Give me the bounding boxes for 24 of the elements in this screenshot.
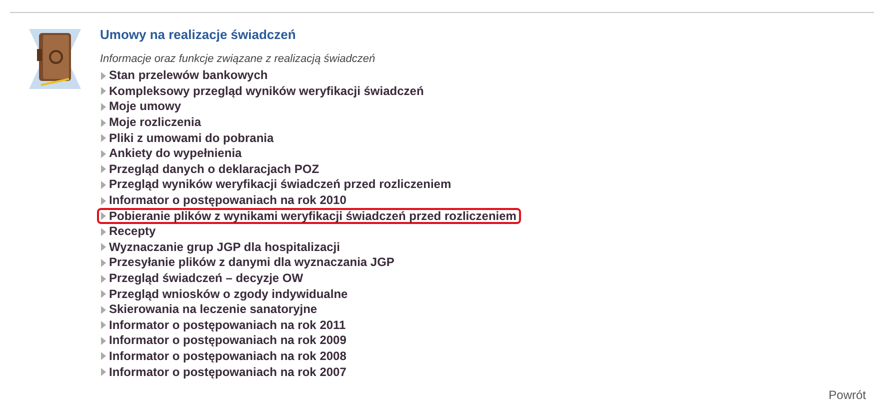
menu-link[interactable]: Pobieranie plików z wynikami weryfikacji świadczeń przed rozliczeniem [109,208,516,224]
menu-link[interactable]: Moje umowy [109,99,182,114]
section-subtitle: Informacje oraz funkcje związane z realizacją świadczeń [100,52,376,66]
menu-link[interactable]: Informator o postępowaniach na rok 2010 [109,193,346,208]
book-icon [29,27,81,91]
back-link[interactable]: Powrót [828,388,866,402]
menu-link[interactable]: Ankiety do wypełnienia [109,146,242,162]
menu-link[interactable]: Pliki z umowami do pobrania [109,130,274,146]
menu-link[interactable]: Kompleksowy przegląd wyników weryfikacji świadczeń [109,84,424,99]
menu-link[interactable]: Przesyłanie plików z danymi dla wyznaczania JGP [109,255,394,270]
menu-link[interactable]: Wyznaczanie grup JGP dla hospitalizacji [109,240,340,255]
menu-link[interactable]: Przegląd świadczeń – decyzje OW [109,271,304,286]
menu-link[interactable]: Informator o postępowaniach na rok 2007 [109,364,346,380]
menu-link[interactable]: Skierowania na leczenie sanatoryjne [109,302,318,318]
menu-link[interactable]: Informator o postępowaniach na rok 2009 [109,333,346,348]
menu-link[interactable]: Moje rozliczenia [109,115,202,130]
menu-link[interactable]: Informator o postępowaniach na rok 2011 [109,318,346,333]
section-title: Umowy na realizacje świadczeń [100,27,297,43]
menu-link[interactable]: Przegląd wyników weryfikacji świadczeń przed rozliczeniem [109,177,452,192]
menu-link[interactable]: Stan przelewów bankowych [109,68,268,84]
menu-link[interactable]: Przegląd danych o deklaracjach POZ [109,162,320,177]
menu-link[interactable]: Informator o postępowaniach na rok 2008 [109,348,346,364]
menu-link[interactable]: Recepty [109,224,156,240]
menu-link[interactable]: Przegląd wniosków o zgody indywidualne [109,286,348,302]
